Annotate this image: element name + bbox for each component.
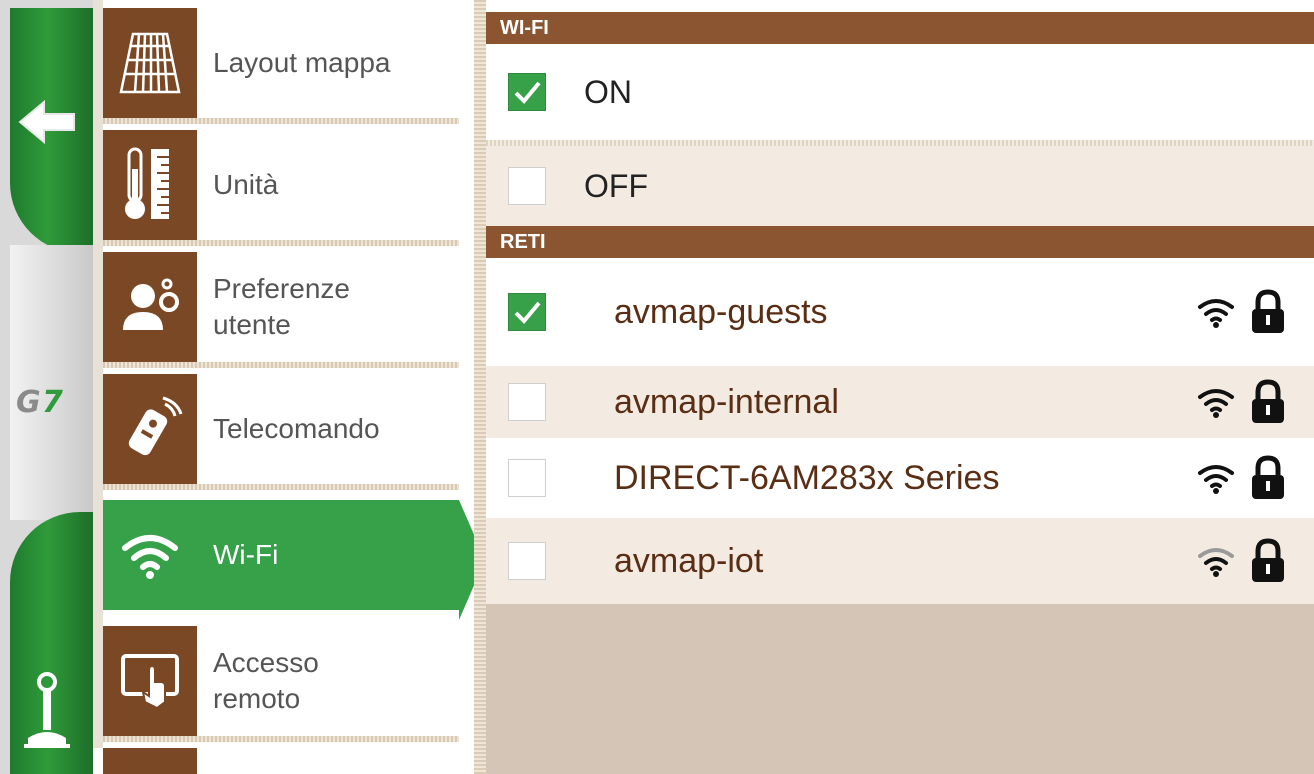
network-name: avmap-iot [614,541,764,580]
wifi-icon [122,535,178,579]
network-name: avmap-guests [614,292,828,331]
menu-item-label: Preferenze utente [213,273,350,340]
wifi-option-on[interactable]: ON [486,44,1314,140]
menu-item-unita[interactable]: Unità [103,130,459,246]
settings-menu: Layout mappa Unità Preferenze utente Tel… [93,0,485,774]
lock-icon [1252,289,1284,333]
wifi-signal-icon [1198,299,1234,328]
wifi-signal-icon [1198,465,1234,494]
wifi-signal-icon [1198,389,1234,418]
network-name: avmap-internal [614,382,839,421]
section-header-networks: RETI [486,226,1314,258]
wifi-settings-panel: WI-FI ON OFF RETI avmap-guests avmap-int… [486,12,1314,774]
remote-control-icon [128,396,183,456]
lock-icon [1252,538,1284,582]
svg-text:7: 7 [42,385,63,420]
side-rail: G 7 [0,0,93,774]
joystick-icon [24,672,70,748]
checkbox-unchecked[interactable] [508,167,546,205]
network-row[interactable]: avmap-iot [486,518,1314,604]
thermometer-ruler-icon [125,147,169,219]
back-arrow-icon [18,99,75,145]
svg-text:G: G [16,385,41,420]
menu-item-label: Accesso remoto [213,647,319,714]
checkbox-checked[interactable] [508,293,546,331]
wifi-signal-icon [1198,548,1234,577]
map-layout-icon [119,32,181,94]
column-divider [474,0,486,774]
menu-item-telecomando[interactable]: Telecomando [103,374,459,490]
lock-icon [1252,455,1284,499]
checkmark-icon [514,81,541,104]
checkbox-unchecked[interactable] [508,542,546,580]
section-header-wifi: WI-FI [486,12,1314,44]
g7-logo: G 7 [14,378,76,422]
checkbox-unchecked[interactable] [508,383,546,421]
back-button[interactable] [12,86,84,158]
network-row[interactable]: DIRECT-6AM283x Series [486,438,1314,518]
menu-item-label: Layout mappa [213,47,391,78]
menu-item-label: Wi-Fi [213,539,279,570]
menu-item-label: Telecomando [213,413,380,444]
menu-item-layout-mappa[interactable]: Layout mappa [103,8,459,124]
checkbox-unchecked[interactable] [508,459,546,497]
menu-item-wifi[interactable]: Wi-Fi [103,500,459,610]
menu-item-accesso-remoto[interactable]: Accesso remoto [103,626,459,742]
wifi-off-label: OFF [584,167,648,204]
checkmark-icon [514,301,541,324]
network-row[interactable]: avmap-guests [486,258,1314,366]
menu-item-label: Unità [213,169,279,200]
network-name: DIRECT-6AM283x Series [614,458,1000,497]
menu-item-preferenze-utente[interactable]: Preferenze utente [103,252,459,368]
menu-item-partial [93,748,459,774]
wifi-option-off[interactable]: OFF [486,146,1314,226]
user-settings-icon [123,278,179,330]
network-row[interactable]: avmap-internal [486,366,1314,438]
checkbox-checked[interactable] [508,73,546,111]
joystick-button[interactable] [20,668,74,754]
wifi-on-label: ON [584,73,632,110]
remote-access-icon [121,654,179,710]
lock-icon [1252,379,1284,423]
